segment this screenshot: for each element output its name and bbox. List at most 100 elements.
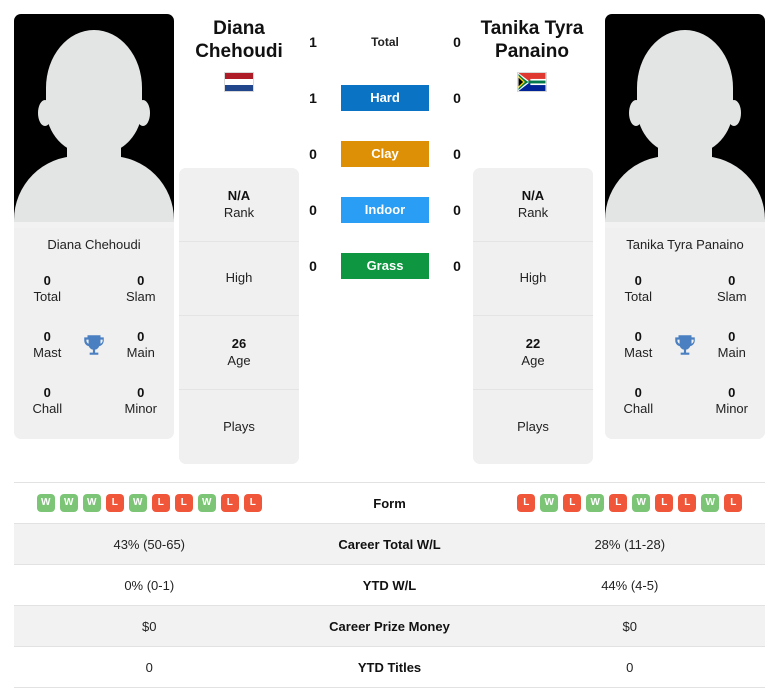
label: Slam: [716, 289, 747, 304]
h2h-row-indoor: 0 Indoor 0: [299, 182, 471, 238]
h2h-row-total: 1 Total 0: [299, 14, 471, 70]
row-label: YTD W/L: [362, 577, 417, 593]
form-badge-l: L: [655, 494, 674, 512]
value-right: $0: [622, 618, 637, 634]
form-badge-l: L: [517, 494, 536, 512]
titles-grid-left: 0 Total 0 Slam 0 Mast 0 Main 0 Chall 0 M…: [14, 259, 174, 439]
value-right: 0: [626, 659, 634, 675]
netherlands-flag-icon: [224, 71, 254, 92]
form-badge-w: W: [128, 494, 147, 512]
label: Chall: [623, 401, 654, 416]
titles-row: 0 Chall 0 Minor: [605, 373, 765, 429]
info-age-left: 26 Age: [179, 316, 299, 390]
value: N/A: [521, 187, 545, 203]
form-badges-right: LWLWLWLLWL: [517, 494, 743, 512]
h2h-left-score: 1: [309, 34, 317, 50]
stats-comparison-table: WWWLWLLWLL Form LWLWLWLLWL 43% (50-65) C…: [14, 482, 765, 688]
value-left: 43% (50-65): [113, 536, 186, 552]
form-badge-w: W: [197, 494, 216, 512]
surface-badge-grass[interactable]: Grass: [341, 253, 429, 279]
table-row-ytd-titles: 0 YTD Titles 0: [14, 647, 765, 688]
table-row-form: WWWLWLLWLL Form LWLWLWLLWL: [14, 483, 765, 524]
south-africa-flag-icon: [517, 71, 547, 92]
form-badge-l: L: [174, 494, 193, 512]
form-badge-w: W: [632, 494, 651, 512]
value-left: $0: [142, 618, 157, 634]
table-row-career-prize-money: $0 Career Prize Money $0: [14, 606, 765, 647]
titles-row: 0 Total 0 Slam: [14, 261, 174, 317]
label: Mast: [624, 345, 653, 360]
info-card-right: N/A Rank High 22 Age Plays: [473, 168, 593, 464]
form-badge-l: L: [609, 494, 628, 512]
form-badge-w: W: [82, 494, 101, 512]
h2h-label-total: Total: [371, 35, 399, 49]
surface-badge-indoor[interactable]: Indoor: [341, 197, 429, 223]
surface-badge-hard[interactable]: Hard: [341, 85, 429, 111]
label: Slam: [125, 289, 156, 304]
value: 0: [728, 328, 736, 344]
label: Age: [227, 352, 251, 368]
value: 0: [43, 384, 51, 400]
titles-row: 0 Mast 0 Main: [605, 317, 765, 373]
form-badge-w: W: [586, 494, 605, 512]
player-name-left: Diana Chehoudi: [169, 18, 309, 92]
label: Mast: [33, 345, 62, 360]
h2h-right-score: 0: [453, 34, 461, 50]
titles-main-left: 0 Main: [113, 329, 168, 362]
info-plays-right: Plays: [473, 390, 593, 464]
h2h-left-score: 0: [309, 146, 317, 162]
titles-mast-left: 0 Mast: [20, 329, 75, 362]
value: 0: [43, 272, 51, 288]
form-badge-l: L: [678, 494, 697, 512]
info-rank-left: N/A Rank: [179, 168, 299, 242]
label: Chall: [32, 401, 63, 416]
label: Total: [624, 289, 652, 304]
info-plays-left: Plays: [179, 390, 299, 464]
value: 0: [634, 384, 642, 400]
titles-row: 0 Chall 0 Minor: [14, 373, 174, 429]
surface-badge-clay[interactable]: Clay: [341, 141, 429, 167]
titles-minor-left: 0 Minor: [113, 385, 168, 418]
label: Minor: [124, 401, 157, 416]
trophy-icon: [666, 332, 705, 358]
player-card-name-left: Diana Chehoudi: [47, 237, 141, 252]
label: Total: [33, 289, 61, 304]
value: 0: [137, 328, 145, 344]
form-badge-w: W: [59, 494, 78, 512]
value-right: 44% (4-5): [601, 577, 659, 593]
titles-total-right: 0 Total: [611, 273, 666, 306]
player-photo-left: [14, 14, 174, 228]
value: 22: [525, 335, 541, 351]
form-badge-l: L: [563, 494, 582, 512]
trophy-icon: [75, 332, 114, 358]
photo-bottom-strip: [605, 222, 765, 228]
comparison-header: Diana Chehoudi 0 Total 0 Slam 0 Mast 0 M…: [0, 0, 779, 468]
value-right: 28% (11-28): [594, 536, 666, 552]
titles-chall-right: 0 Chall: [611, 385, 666, 418]
row-label: YTD Titles: [357, 659, 422, 675]
h2h-left-score: 0: [309, 202, 317, 218]
player-card-left: Diana Chehoudi 0 Total 0 Slam 0 Mast 0 M…: [14, 14, 174, 439]
row-label: Career Total W/L: [338, 536, 441, 552]
titles-slam-right: 0 Slam: [704, 273, 759, 306]
label: Minor: [715, 401, 748, 416]
table-row-career-total-wl: 43% (50-65) Career Total W/L 28% (11-28): [14, 524, 765, 565]
table-row-ytd-wl: 0% (0-1) YTD W/L 44% (4-5): [14, 565, 765, 606]
value: 26: [231, 335, 247, 351]
info-high-right: High: [473, 242, 593, 316]
label: Plays: [517, 418, 549, 434]
h2h-right-score: 0: [453, 202, 461, 218]
value: N/A: [227, 187, 251, 203]
info-rank-right: N/A Rank: [473, 168, 593, 242]
silhouette-body-icon: [605, 156, 765, 222]
h2h-right-score: 0: [453, 90, 461, 106]
h2h-row-hard: 1 Hard 0: [299, 70, 471, 126]
player-name-line2: Chehoudi: [195, 40, 283, 62]
player-name-line1: Tanika Tyra: [480, 18, 584, 39]
silhouette-body-icon: [14, 156, 174, 222]
titles-minor-right: 0 Minor: [704, 385, 759, 418]
row-label: Career Prize Money: [329, 618, 450, 634]
h2h-row-clay: 0 Clay 0: [299, 126, 471, 182]
label: Plays: [223, 418, 255, 434]
titles-grid-right: 0 Total 0 Slam 0 Mast 0 Main 0 Chall 0 M…: [605, 259, 765, 439]
